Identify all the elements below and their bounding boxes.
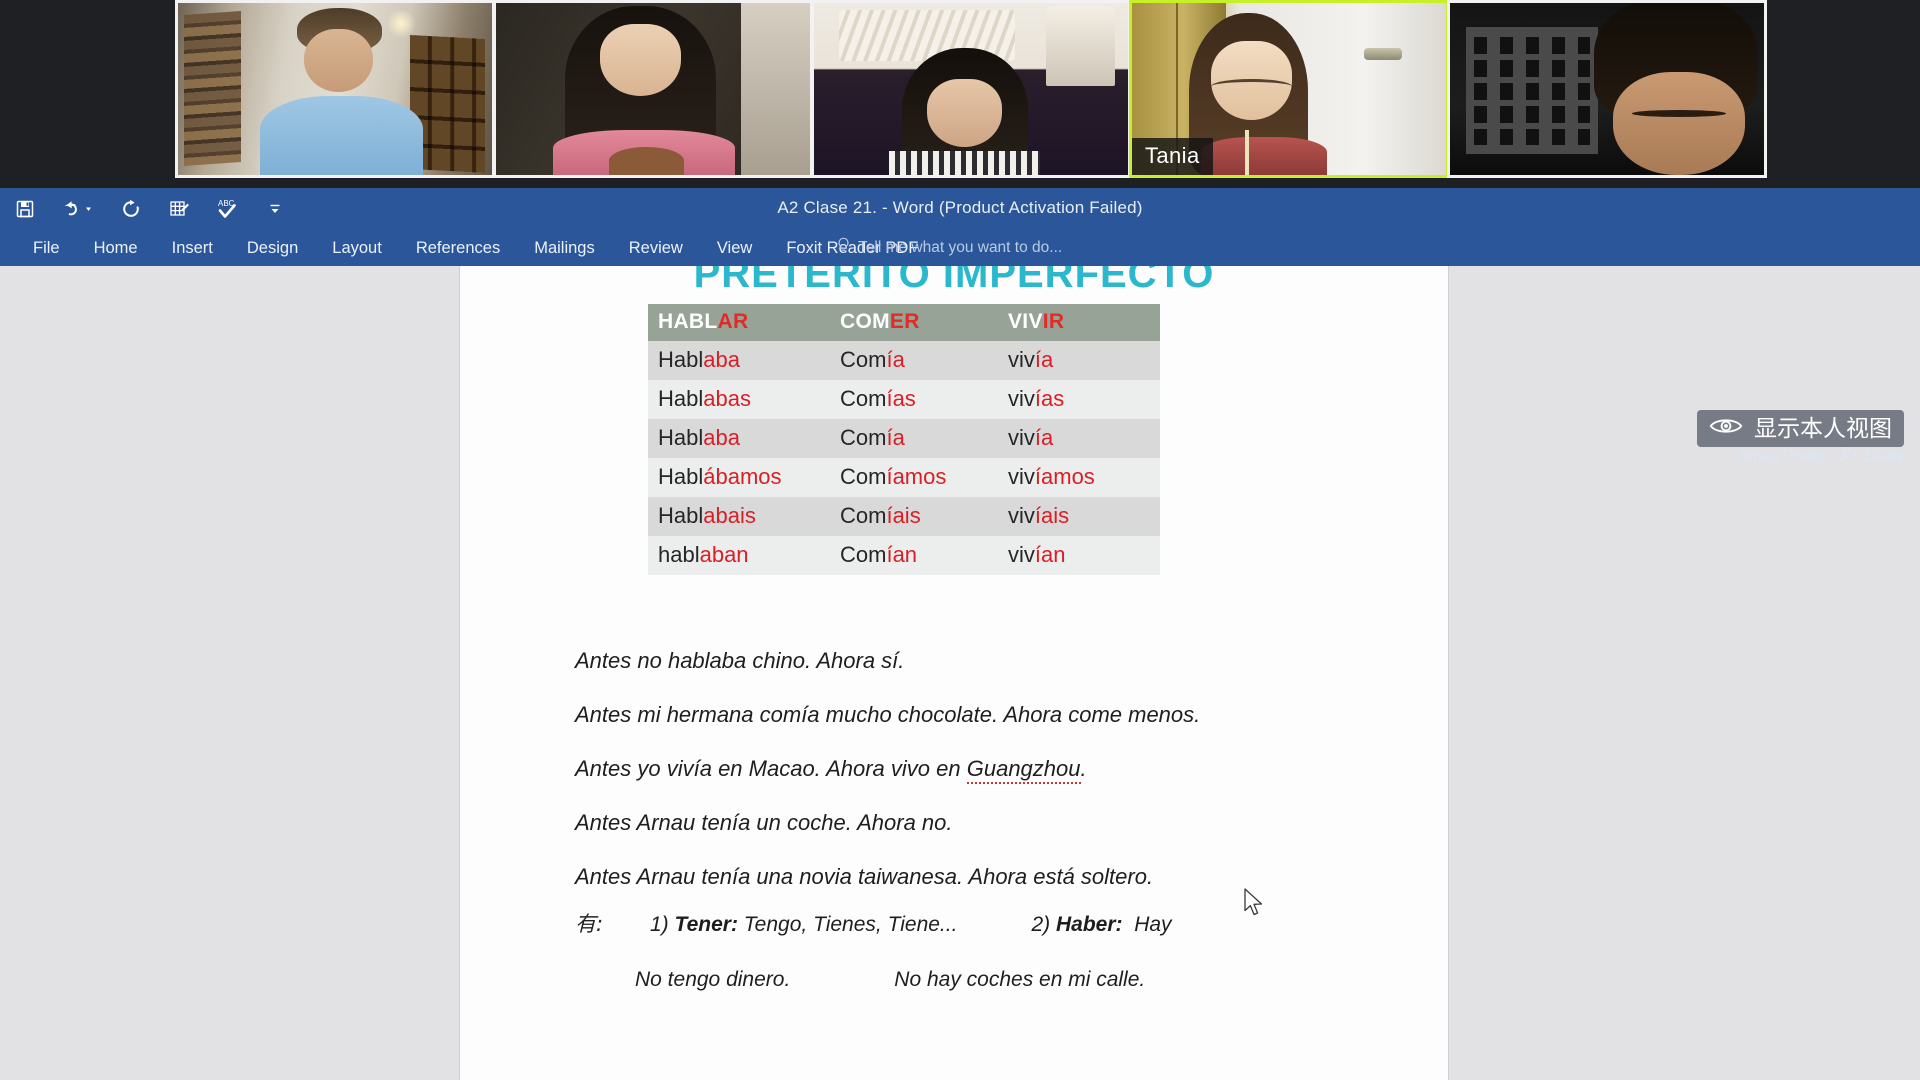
video-tile[interactable] <box>1447 0 1767 178</box>
video-feed <box>814 3 1128 175</box>
eye-icon <box>1709 415 1743 441</box>
example-sentence: Antes mi hermana comía mucho chocolate. … <box>575 702 1201 727</box>
table-row: Hablaba Comía vivía <box>648 341 1160 380</box>
video-feed <box>496 3 810 175</box>
share-label: Share <box>1864 448 1906 465</box>
person-share-icon <box>1840 446 1859 468</box>
video-scene <box>496 3 810 175</box>
table-row: Hablaba Comía vivía <box>648 419 1160 458</box>
ribbon-tab-bar: File Home Insert Design Layout Reference… <box>0 230 1920 266</box>
example-sentence: Antes no hablaba chino. Ahora sí. <box>575 648 905 673</box>
video-tile[interactable] <box>811 0 1131 178</box>
conjugation-table: HABLAR COMER VIVIR Hablaba Comía vivía H… <box>648 304 1160 575</box>
video-tile[interactable] <box>175 0 495 178</box>
lightbulb-icon <box>836 237 851 259</box>
spelling-error-word: Guangzhou <box>966 756 1081 784</box>
tab-home[interactable]: Home <box>77 230 155 266</box>
self-view-label: 显示本人视图 <box>1754 414 1892 441</box>
table-row: hablaban Comían vivían <box>648 536 1160 575</box>
table-row: Hablabas Comías vivías <box>648 380 1160 419</box>
video-scene <box>814 3 1128 175</box>
account-user-name[interactable]: Arnau Prieto <box>1737 448 1823 466</box>
tab-mailings[interactable]: Mailings <box>517 230 612 266</box>
video-feed <box>1450 3 1764 175</box>
tab-references[interactable]: References <box>399 230 517 266</box>
video-tile-active-speaker[interactable]: Tania <box>1129 0 1449 178</box>
verb-example-row: No tengo dinero. No hay coches en mi cal… <box>575 968 1405 992</box>
tab-design[interactable]: Design <box>230 230 315 266</box>
verb-definition-row: 有: 1) Tener: Tengo, Tienes, Tiene... 2) … <box>575 908 1405 938</box>
video-scene <box>178 3 492 175</box>
participant-name-badge: Tania <box>1132 138 1213 175</box>
tab-file[interactable]: File <box>16 230 77 266</box>
example-sentence: Antes Arnau tenía un coche. Ahora no. <box>575 810 953 835</box>
tener-entry: 1) Tener: Tengo, Tienes, Tiene... <box>650 913 958 936</box>
haber-example: No hay coches en mi calle. <box>894 968 1146 991</box>
video-feed: Tania <box>1132 3 1446 175</box>
video-scene <box>1450 3 1764 175</box>
share-button[interactable]: Share <box>1840 446 1906 468</box>
video-conference-strip: Tania <box>0 0 1920 188</box>
tell-me-search[interactable]: Tell me what you want to do... <box>836 230 1062 266</box>
title-bar: ABC A2 Clase 21. - Word (Product Activat… <box>0 188 1920 230</box>
verb-usage-block: 有: 1) Tener: Tengo, Tienes, Tiene... 2) … <box>575 908 1405 1022</box>
document-canvas[interactable]: PRETÉRITO IMPERFECTO HABLAR COMER VIVIR … <box>0 266 1920 1080</box>
word-application-window: ABC A2 Clase 21. - Word (Product Activat… <box>0 188 1920 1080</box>
tab-insert[interactable]: Insert <box>155 230 230 266</box>
column-header-comer: COMER <box>830 304 998 341</box>
table-header-row: HABLAR COMER VIVIR <box>648 304 1160 341</box>
page-title: PRETÉRITO IMPERFECTO <box>693 266 1215 296</box>
tener-example: No tengo dinero. <box>635 968 791 991</box>
window-title: A2 Clase 21. - Word (Product Activation … <box>777 198 1143 217</box>
tab-layout[interactable]: Layout <box>315 230 399 266</box>
example-sentences: Antes no hablaba chino. Ahora sí. Antes … <box>575 648 1405 918</box>
show-self-view-button[interactable]: 显示本人视图 <box>1697 410 1904 447</box>
table-row: Hablabais Comíais vivíais <box>648 497 1160 536</box>
video-feed <box>178 3 492 175</box>
tab-review[interactable]: Review <box>612 230 700 266</box>
example-sentence: Antes yo vivía en Macao. Ahora vivo en G… <box>575 756 1405 784</box>
account-bar: Arnau Prieto Share <box>1737 446 1906 468</box>
document-page: PRETÉRITO IMPERFECTO HABLAR COMER VIVIR … <box>460 266 1448 1080</box>
example-sentence: Antes Arnau tenía una novia taiwanesa. A… <box>575 864 1154 889</box>
haber-entry: 2) Haber: Hay <box>1031 913 1172 936</box>
tab-view[interactable]: View <box>700 230 769 266</box>
table-row: Hablábamos Comíamos vivíamos <box>648 458 1160 497</box>
column-header-vivir: VIVIR <box>998 304 1160 341</box>
chinese-marker: 有: <box>575 912 604 936</box>
column-header-hablar: HABLAR <box>648 304 830 341</box>
video-tile[interactable] <box>493 0 813 178</box>
tell-me-placeholder: Tell me what you want to do... <box>858 239 1063 256</box>
